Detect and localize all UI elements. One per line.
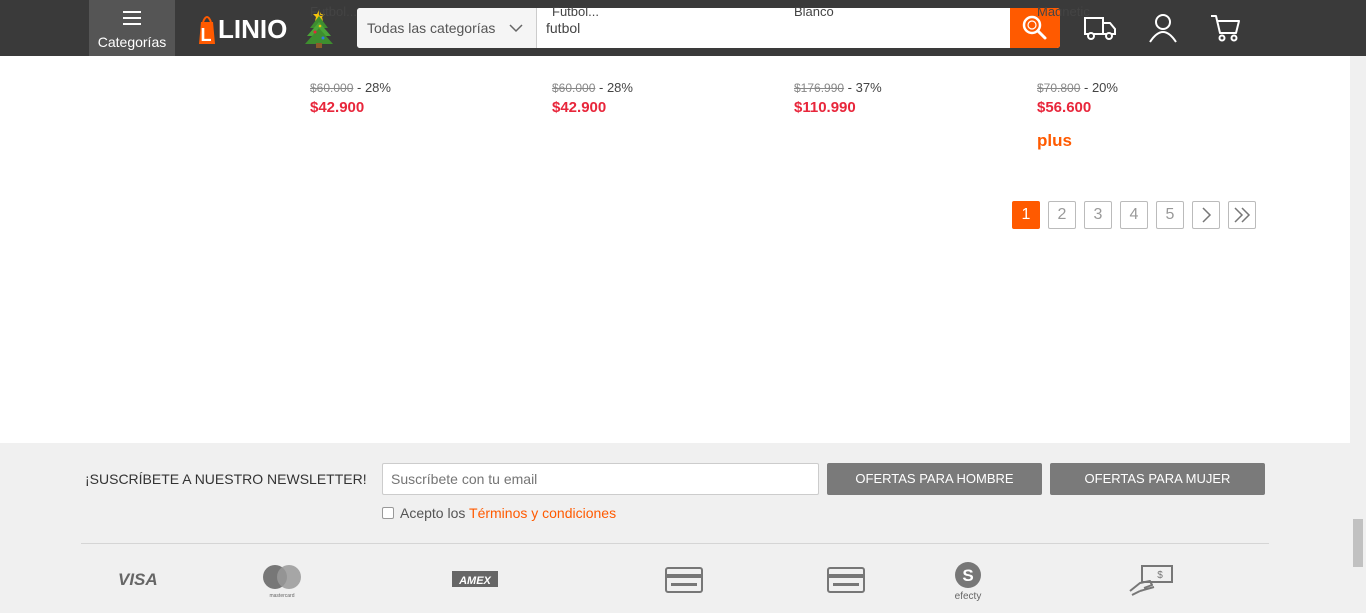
logo-text: LINIO xyxy=(218,14,288,44)
credit-card-icon xyxy=(664,561,704,606)
mastercard-logo: mastercard xyxy=(258,561,306,606)
product-name: Futbol... xyxy=(310,4,357,16)
hamburger-icon xyxy=(123,11,141,29)
amex-text: AMEX xyxy=(458,575,491,587)
product-old-price: $176.990 xyxy=(794,81,845,95)
terms-link[interactable]: Términos y condiciones xyxy=(469,505,616,521)
efecty-logo: S efecty xyxy=(948,561,988,606)
terms-checkbox[interactable] xyxy=(382,507,394,519)
footer: ¡SUSCRÍBETE A NUESTRO NEWSLETTER! OFERTA… xyxy=(0,443,1350,613)
footer-divider xyxy=(81,543,1269,544)
mastercard-text: mastercard xyxy=(269,593,294,599)
category-dropdown-value: Todas las categorías xyxy=(367,20,496,36)
category-dropdown[interactable]: Todas las categorías xyxy=(357,8,537,48)
product-discount: - 37% xyxy=(844,80,882,95)
visa-text: VISA xyxy=(118,570,158,589)
svg-text:$: $ xyxy=(1157,570,1163,581)
categories-menu-button[interactable]: Categorías xyxy=(89,0,175,56)
plus-badge: plus xyxy=(1037,131,1072,150)
delivery-truck-icon[interactable] xyxy=(1083,12,1117,44)
page-scrollbar[interactable] xyxy=(1350,56,1366,613)
product-discount: - 20% xyxy=(1080,80,1118,95)
search-input[interactable] xyxy=(538,8,1010,48)
efecty-text: efecty xyxy=(955,591,982,601)
cash-payment-icon: $ xyxy=(1128,561,1176,606)
product-old-price: $60.000 xyxy=(310,81,354,95)
product-name: Blanco xyxy=(794,4,834,16)
svg-text:S: S xyxy=(962,566,973,585)
terms-prefix: Acepto los xyxy=(400,505,470,521)
page-1-button[interactable]: 1 xyxy=(1012,201,1040,229)
product-old-price: $60.000 xyxy=(552,81,596,95)
categories-label: Categorías xyxy=(97,34,167,50)
shopping-cart-icon[interactable] xyxy=(1209,12,1243,44)
offers-women-button[interactable]: OFERTAS PARA MUJER xyxy=(1050,463,1265,495)
chevron-down-icon xyxy=(509,24,523,33)
search-bar: Todas las categorías xyxy=(357,8,1060,48)
product-price: $42.900 xyxy=(552,99,607,116)
page-3-button[interactable]: 3 xyxy=(1084,201,1112,229)
product-name: Magnetic xyxy=(1037,4,1090,16)
product-old-price-line: $176.990 - 37% xyxy=(794,80,882,95)
product-name: Futbol... xyxy=(552,4,599,16)
product-discount: - 28% xyxy=(353,80,391,95)
user-account-icon[interactable] xyxy=(1146,12,1180,44)
product-old-price-line: $70.800 - 20% xyxy=(1037,80,1118,95)
page-2-button[interactable]: 2 xyxy=(1048,201,1076,229)
chevron-right-icon xyxy=(1202,207,1212,223)
svg-text:L: L xyxy=(201,25,212,45)
page-5-button[interactable]: 5 xyxy=(1156,201,1184,229)
double-chevron-right-icon xyxy=(1234,207,1251,223)
newsletter-email-input[interactable] xyxy=(382,463,819,495)
visa-logo: VISA xyxy=(118,561,162,606)
next-page-button[interactable] xyxy=(1192,201,1220,229)
top-header: Categorías L LINIO Todas las categorías xyxy=(0,0,1366,56)
product-price: $110.990 xyxy=(794,99,856,116)
terms-row: Acepto los Términos y condiciones xyxy=(382,505,616,521)
debit-card-icon xyxy=(826,561,866,606)
product-price: $56.600 xyxy=(1037,99,1092,116)
product-old-price-line: $60.000 - 28% xyxy=(310,80,391,95)
product-discount: - 28% xyxy=(595,80,633,95)
newsletter-label: ¡SUSCRÍBETE A NUESTRO NEWSLETTER! xyxy=(85,471,367,487)
last-page-button[interactable] xyxy=(1228,201,1256,229)
scrollbar-thumb[interactable] xyxy=(1353,519,1363,567)
product-price: $42.900 xyxy=(310,99,365,116)
amex-logo: AMEX xyxy=(451,561,499,606)
product-old-price-line: $60.000 - 28% xyxy=(552,80,633,95)
page-4-button[interactable]: 4 xyxy=(1120,201,1148,229)
product-old-price: $70.800 xyxy=(1037,81,1081,95)
offers-men-button[interactable]: OFERTAS PARA HOMBRE xyxy=(827,463,1042,495)
